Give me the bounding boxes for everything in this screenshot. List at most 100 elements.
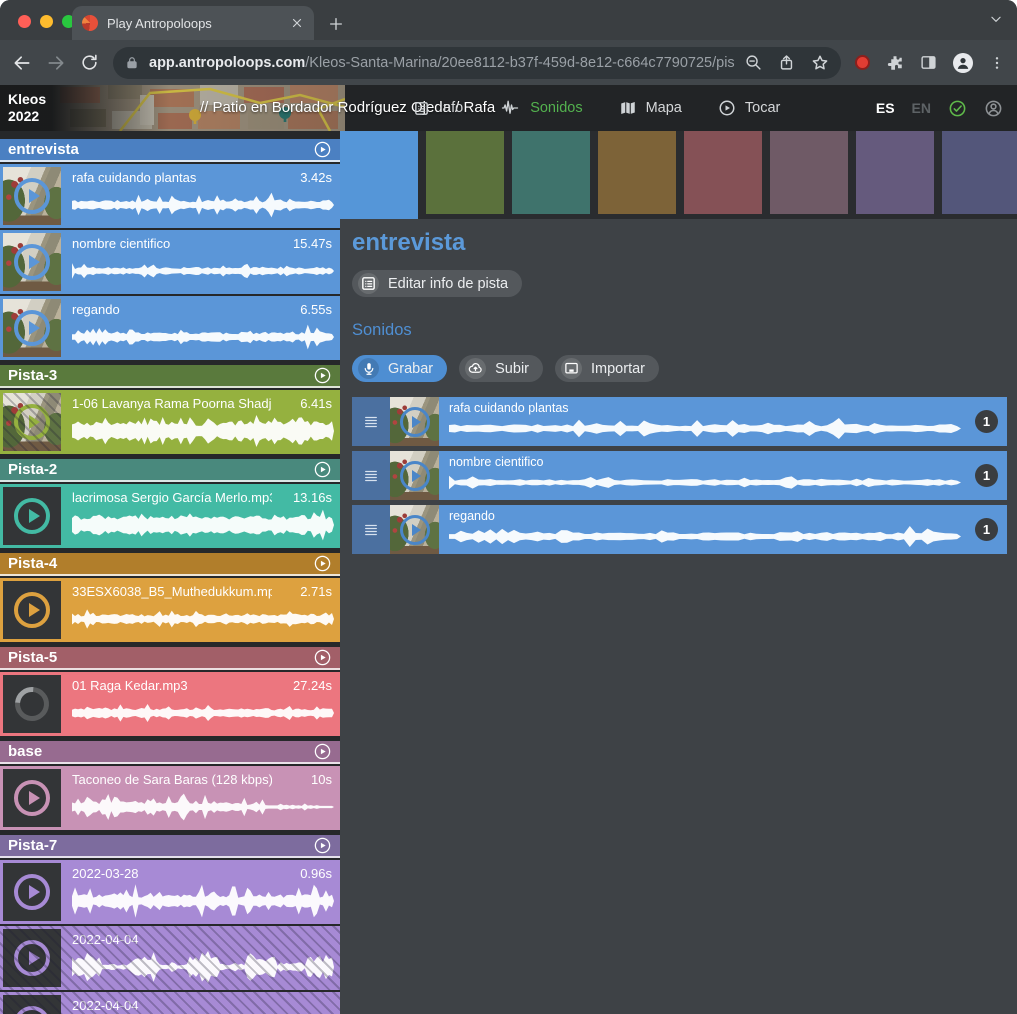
play-button-icon[interactable] — [3, 299, 61, 357]
track-color-tab-5[interactable] — [684, 131, 762, 214]
track-color-tab-2[interactable] — [426, 131, 504, 214]
clip-row[interactable]: 2022-04-04 — [0, 926, 340, 990]
play-button-icon[interactable] — [390, 397, 439, 446]
track-play-icon[interactable] — [313, 742, 332, 761]
menu-dots-icon[interactable] — [989, 55, 1005, 71]
clip-row[interactable]: 2022-03-28 0.96s — [0, 860, 340, 924]
play-button-icon[interactable] — [3, 769, 61, 827]
track-color-tab-6[interactable] — [770, 131, 848, 214]
clip-row[interactable]: 33ESX6038_B5_Muthedukkum.mp3 2.71s — [0, 578, 340, 642]
tab-search-chevron-icon[interactable] — [989, 12, 1003, 26]
page-url[interactable]: app.antropoloops.com/Kleos-Santa-Marina/… — [149, 55, 735, 71]
tab-info[interactable]: Info — [413, 100, 463, 117]
clip-row[interactable]: regando 6.55s — [0, 296, 340, 360]
track-play-icon[interactable] — [313, 460, 332, 479]
clip-row[interactable]: 1-06 Lavanya Rama Poorna Shadjam Rupak..… — [0, 390, 340, 454]
clip-waveform — [72, 696, 334, 730]
split-view-icon[interactable] — [920, 54, 937, 71]
sound-row[interactable]: rafa cuidando plantas 1 — [352, 397, 1007, 446]
play-button-icon[interactable] — [3, 929, 61, 987]
clip-row[interactable]: rafa cuidando plantas 3.42s — [0, 164, 340, 228]
reload-button[interactable] — [80, 53, 99, 72]
play-button-icon[interactable] — [390, 451, 439, 500]
tab-close-icon[interactable] — [290, 16, 304, 30]
subir-button[interactable]: Subir — [459, 355, 543, 382]
lang-es-button[interactable]: ES — [876, 100, 895, 116]
track-header[interactable]: base — [0, 741, 340, 764]
play-button-icon[interactable] — [3, 233, 61, 291]
clip-duration: 0.96s — [300, 866, 332, 881]
play-button-icon[interactable] — [390, 505, 439, 554]
importar-button[interactable]: Importar — [555, 355, 659, 382]
play-button-icon[interactable] — [3, 487, 61, 545]
tab-tocar[interactable]: Tocar — [718, 99, 780, 117]
clip-row[interactable]: nombre cientifico 15.47s — [0, 230, 340, 294]
profile-avatar-icon[interactable] — [953, 53, 973, 73]
clip-duration: 6.55s — [300, 302, 332, 317]
clip-duration: 10s — [311, 772, 332, 787]
track-header[interactable]: Pista-4 — [0, 553, 340, 576]
clip-row[interactable]: 01 Raga Kedar.mp3 27.24s — [0, 672, 340, 736]
track-play-icon[interactable] — [313, 140, 332, 159]
check-circle-icon[interactable] — [948, 99, 967, 118]
clip-waveform — [72, 320, 334, 354]
track-color-tab-3[interactable] — [512, 131, 590, 214]
back-button[interactable] — [12, 53, 32, 73]
lang-en-button[interactable]: EN — [912, 100, 931, 116]
play-button-icon[interactable] — [3, 581, 61, 639]
track-play-icon[interactable] — [313, 836, 332, 855]
new-tab-button[interactable] — [328, 16, 344, 32]
clip-waveform — [72, 188, 334, 222]
clip-row[interactable]: 2022-04-04 — [0, 992, 340, 1014]
drag-handle-icon[interactable] — [352, 505, 390, 554]
play-button-icon[interactable] — [3, 393, 61, 451]
track-play-icon[interactable] — [313, 366, 332, 385]
tab-mapa[interactable]: Mapa — [619, 99, 682, 117]
share-icon[interactable] — [778, 54, 795, 71]
drag-handle-icon[interactable] — [352, 451, 390, 500]
track-color-tab-7[interactable] — [856, 131, 934, 214]
track-header[interactable]: Pista-2 — [0, 459, 340, 482]
track-header[interactable]: Pista-3 — [0, 365, 340, 388]
track-header[interactable]: Pista-7 — [0, 835, 340, 858]
bookmark-star-icon[interactable] — [811, 54, 829, 72]
track-color-tab-1[interactable] — [340, 131, 418, 219]
grabar-button[interactable]: Grabar — [352, 355, 447, 382]
tab-sonidos[interactable]: Sonidos — [499, 99, 582, 117]
sounds-section-label: Sonidos — [352, 321, 1005, 340]
track-header[interactable]: Pista-5 — [0, 647, 340, 670]
sound-row[interactable]: nombre cientifico 1 — [352, 451, 1007, 500]
import-screen-icon — [561, 358, 582, 379]
track-header[interactable]: entrevista — [0, 139, 340, 162]
lock-icon[interactable] — [125, 56, 139, 70]
track-play-icon[interactable] — [313, 648, 332, 667]
track-color-tab-8[interactable] — [942, 131, 1017, 214]
clip-row[interactable]: lacrimosa Sergio García Merlo.mp3 13.16s — [0, 484, 340, 548]
sound-row[interactable]: regando 1 — [352, 505, 1007, 554]
play-button-icon[interactable] — [3, 167, 61, 225]
forward-button[interactable] — [46, 53, 66, 73]
clip-row[interactable]: Taconeo de Sara Baras (128 kbps).mp3 10s — [0, 766, 340, 830]
track-color-tabs — [340, 131, 1017, 219]
account-circle-icon[interactable] — [984, 99, 1003, 118]
clip-thumbnail — [3, 863, 61, 921]
track-color-tab-4[interactable] — [598, 131, 676, 214]
edit-track-info-button[interactable]: Editar info de pista — [352, 270, 522, 297]
play-button-icon[interactable] — [3, 863, 61, 921]
macos-traffic-lights[interactable] — [18, 15, 75, 28]
drag-handle-icon[interactable] — [352, 397, 390, 446]
mic-icon — [358, 358, 379, 379]
list-box-icon — [413, 100, 430, 117]
project-title[interactable]: Kleos 2022 — [0, 91, 58, 126]
browser-tab[interactable]: Play Antropoloops — [72, 6, 314, 40]
zoom-icon[interactable] — [745, 54, 762, 71]
track-play-icon[interactable] — [313, 554, 332, 573]
close-window-button[interactable] — [18, 15, 31, 28]
minimize-window-button[interactable] — [40, 15, 53, 28]
extensions-puzzle-icon[interactable] — [886, 54, 904, 72]
play-button-icon[interactable] — [3, 995, 61, 1014]
address-bar[interactable]: app.antropoloops.com/Kleos-Santa-Marina/… — [113, 47, 841, 79]
record-extension-icon[interactable] — [855, 55, 870, 70]
site-favicon-icon — [82, 15, 98, 31]
app-nav-tabs: Info Sonidos Mapa Tocar — [413, 99, 780, 117]
